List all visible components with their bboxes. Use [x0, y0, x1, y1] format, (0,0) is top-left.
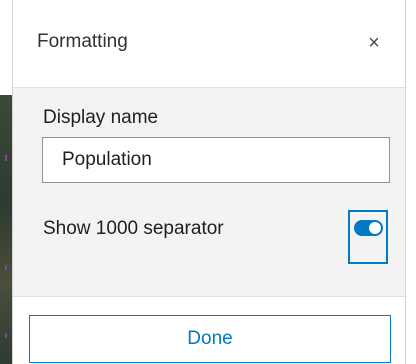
separator-toggle[interactable]	[348, 210, 388, 264]
close-button[interactable]: ×	[357, 26, 391, 60]
map-background	[0, 95, 12, 364]
formatting-panel: Formatting × Display name Show 1000 sepa…	[12, 0, 406, 364]
close-icon: ×	[368, 32, 380, 54]
toggle-knob	[369, 222, 381, 234]
map-feature	[5, 155, 7, 161]
panel-title: Formatting	[37, 31, 128, 52]
panel-body: Display name Show 1000 separator	[13, 88, 405, 296]
done-button[interactable]: Done	[29, 315, 391, 363]
map-feature	[5, 333, 7, 338]
map-feature	[5, 265, 7, 270]
display-name-input[interactable]	[42, 137, 390, 183]
toggle-track	[354, 220, 383, 236]
display-name-label: Display name	[43, 107, 159, 128]
panel-header: Formatting ×	[13, 0, 405, 88]
separator-toggle-label: Show 1000 separator	[43, 218, 224, 239]
panel-footer: Done	[13, 296, 405, 364]
